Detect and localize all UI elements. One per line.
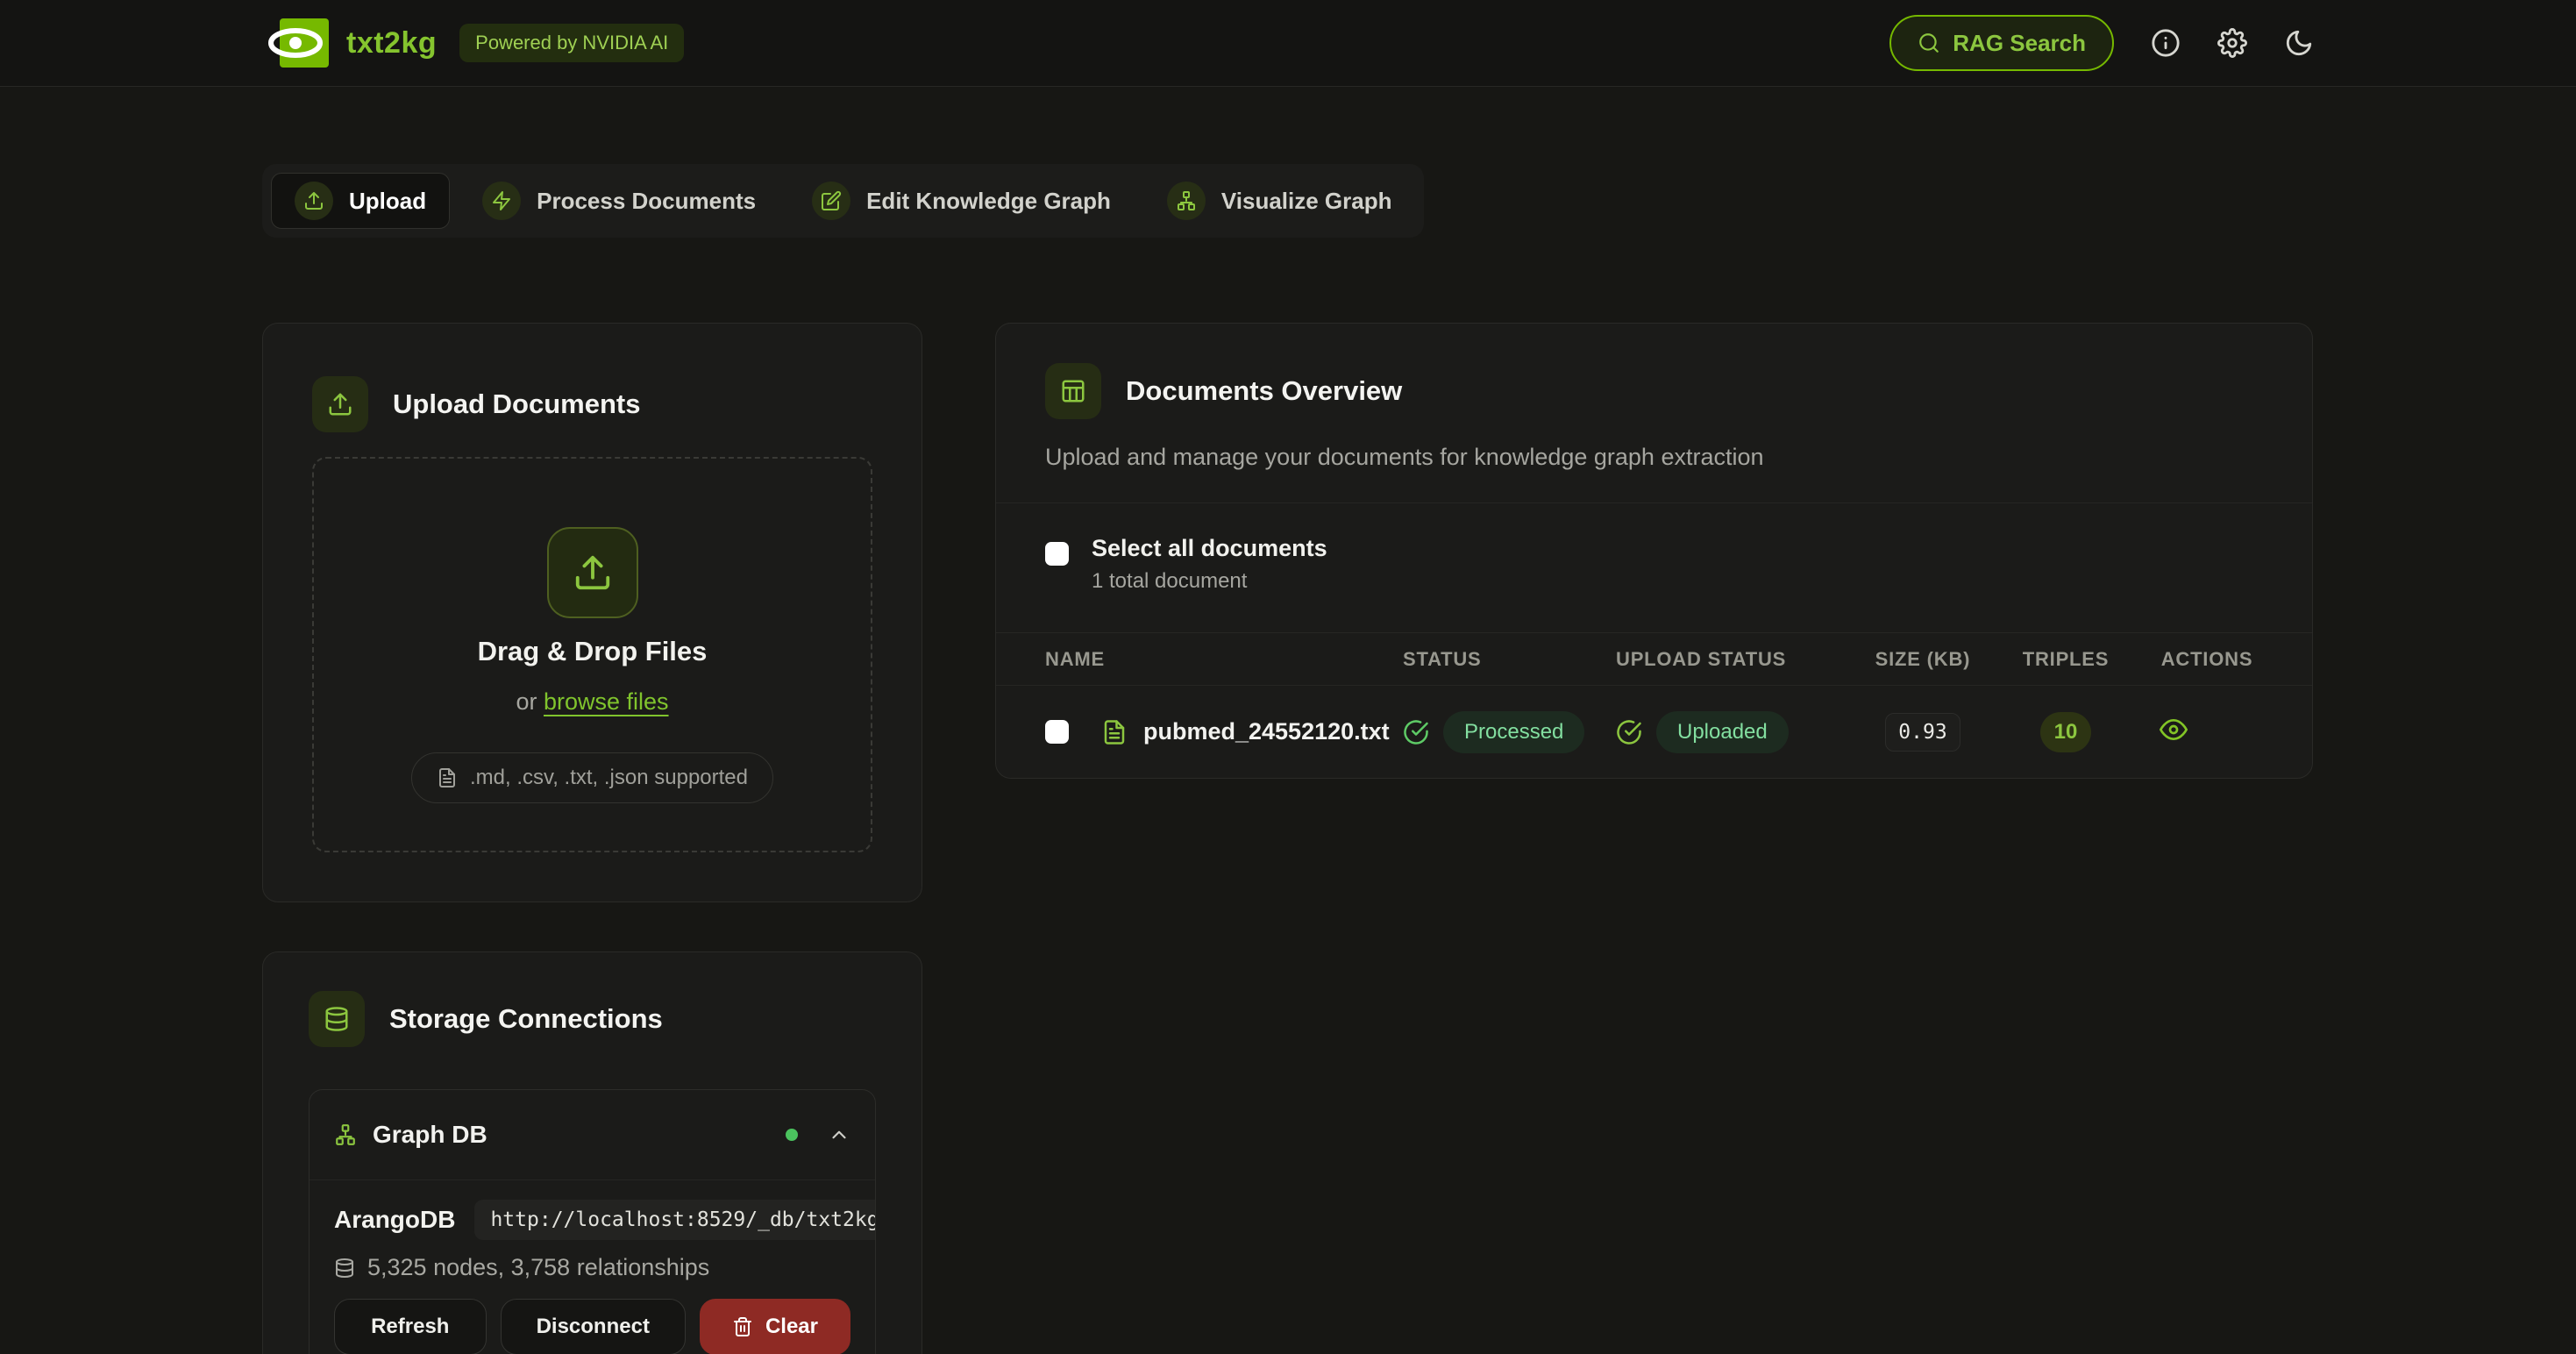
select-all-checkbox[interactable] bbox=[1045, 542, 1069, 566]
graph-db-connected-dot bbox=[786, 1129, 798, 1141]
upload-status-badge: Uploaded bbox=[1656, 711, 1789, 753]
info-button[interactable] bbox=[2151, 28, 2181, 58]
graph-db-stats: 5,325 nodes, 3,758 relationships bbox=[334, 1254, 850, 1281]
database-icon bbox=[309, 991, 365, 1047]
refresh-button[interactable]: Refresh bbox=[334, 1299, 487, 1354]
graph-db-stats-label: 5,325 nodes, 3,758 relationships bbox=[367, 1254, 709, 1281]
clear-button[interactable]: Clear bbox=[700, 1299, 850, 1354]
dropzone-subtitle: or browse files bbox=[516, 688, 668, 716]
header-actions: RAG Search bbox=[1889, 15, 2314, 71]
eye-icon bbox=[2160, 716, 2188, 744]
overview-card-title: Documents Overview bbox=[1126, 375, 1402, 407]
database-icon bbox=[334, 1258, 355, 1279]
graph-db-provider: ArangoDB bbox=[334, 1206, 455, 1234]
check-circle-icon bbox=[1403, 719, 1429, 745]
brand: txt2kg Powered by NVIDIA AI bbox=[262, 18, 684, 68]
tab-visualize-graph-label: Visualize Graph bbox=[1221, 188, 1392, 215]
documents-overview-card: Documents Overview Upload and manage you… bbox=[995, 323, 2313, 779]
app-header: txt2kg Powered by NVIDIA AI RAG Search bbox=[0, 0, 2576, 87]
main-tabbar: Upload Process Documents Edit Knowledge … bbox=[262, 164, 1424, 238]
rag-search-label: RAG Search bbox=[1953, 30, 2086, 57]
chevron-up-icon bbox=[828, 1123, 850, 1146]
column-header-upload-status: UPLOAD STATUS bbox=[1616, 648, 1865, 671]
table-header-row: NAME STATUS UPLOAD STATUS SIZE (KB) TRIP… bbox=[996, 633, 2312, 685]
supported-formats-label: .md, .csv, .txt, .json supported bbox=[470, 766, 748, 790]
moon-icon bbox=[2284, 28, 2314, 58]
status-badge: Processed bbox=[1443, 711, 1584, 753]
column-header-actions: ACTIONS bbox=[2151, 648, 2263, 671]
size-value: 0.93 bbox=[1885, 713, 1960, 752]
column-header-status: STATUS bbox=[1403, 648, 1616, 671]
info-icon bbox=[2151, 28, 2181, 58]
tab-process-documents-label: Process Documents bbox=[537, 188, 756, 215]
upload-documents-card: Upload Documents Drag & Drop Files or br… bbox=[262, 323, 922, 902]
select-all-label: Select all documents bbox=[1092, 535, 1327, 562]
table-row: pubmed_24552120.txt Processed Uploaded bbox=[996, 686, 2312, 778]
triples-count-badge: 10 bbox=[2040, 712, 2092, 752]
dropzone-title: Drag & Drop Files bbox=[478, 636, 708, 667]
clear-button-label: Clear bbox=[765, 1315, 818, 1339]
tab-visualize-graph[interactable]: Visualize Graph bbox=[1143, 173, 1416, 229]
upload-card-title: Upload Documents bbox=[393, 388, 640, 420]
graph-network-icon bbox=[1167, 182, 1206, 220]
tab-edit-knowledge-graph[interactable]: Edit Knowledge Graph bbox=[788, 173, 1135, 229]
graph-db-url: http://localhost:8529/_db/txt2kg bbox=[474, 1200, 876, 1240]
tab-edit-knowledge-graph-label: Edit Knowledge Graph bbox=[866, 188, 1111, 215]
row-checkbox[interactable] bbox=[1045, 720, 1069, 744]
graph-db-section-header[interactable]: Graph DB bbox=[310, 1090, 875, 1179]
graph-db-label: Graph DB bbox=[373, 1121, 487, 1149]
upload-icon bbox=[312, 376, 368, 432]
column-header-name: NAME bbox=[1045, 648, 1403, 671]
table-icon bbox=[1045, 363, 1101, 419]
dark-mode-toggle[interactable] bbox=[2284, 28, 2314, 58]
zap-icon bbox=[482, 182, 521, 220]
graph-network-icon bbox=[334, 1123, 357, 1146]
upload-icon bbox=[547, 527, 638, 618]
gear-icon bbox=[2217, 28, 2247, 58]
file-icon bbox=[437, 767, 458, 788]
storage-connections-card: Storage Connections Graph DB bbox=[262, 951, 922, 1354]
view-document-button[interactable] bbox=[2160, 716, 2188, 744]
disconnect-button[interactable]: Disconnect bbox=[501, 1299, 686, 1354]
column-header-triples: TRIPLES bbox=[1981, 648, 2151, 671]
left-column: Upload Documents Drag & Drop Files or br… bbox=[262, 323, 922, 1354]
file-dropzone[interactable]: Drag & Drop Files or browse files .md, .… bbox=[312, 457, 872, 852]
check-circle-icon bbox=[1616, 719, 1642, 745]
select-all-row: Select all documents 1 total document bbox=[996, 503, 2312, 632]
app-root: txt2kg Powered by NVIDIA AI RAG Search bbox=[0, 0, 2576, 1354]
browse-files-link[interactable]: browse files bbox=[544, 688, 669, 715]
trash-icon bbox=[732, 1316, 753, 1337]
supported-formats-pill: .md, .csv, .txt, .json supported bbox=[411, 752, 773, 803]
tab-process-documents[interactable]: Process Documents bbox=[459, 173, 779, 229]
edit-icon bbox=[812, 182, 850, 220]
app-title: txt2kg bbox=[346, 26, 437, 61]
total-documents-label: 1 total document bbox=[1092, 569, 1327, 594]
file-text-icon bbox=[1101, 719, 1128, 745]
powered-by-badge: Powered by NVIDIA AI bbox=[459, 24, 684, 62]
search-icon bbox=[1918, 32, 1940, 54]
rag-search-button[interactable]: RAG Search bbox=[1889, 15, 2114, 71]
tab-upload-label: Upload bbox=[349, 188, 426, 215]
graph-db-details: ArangoDB http://localhost:8529/_db/txt2k… bbox=[310, 1179, 875, 1354]
settings-button[interactable] bbox=[2217, 28, 2247, 58]
overview-subtitle: Upload and manage your documents for kno… bbox=[1045, 444, 2263, 471]
upload-icon bbox=[295, 182, 333, 220]
dropzone-or-text: or bbox=[516, 688, 537, 715]
nvidia-logo-icon bbox=[262, 18, 329, 68]
column-header-size: SIZE (KB) bbox=[1865, 648, 1981, 671]
storage-card-title: Storage Connections bbox=[389, 1003, 663, 1035]
storage-accordion: Graph DB ArangoDB http://lo bbox=[309, 1089, 876, 1354]
tab-upload[interactable]: Upload bbox=[271, 173, 450, 229]
document-name: pubmed_24552120.txt bbox=[1143, 718, 1390, 745]
